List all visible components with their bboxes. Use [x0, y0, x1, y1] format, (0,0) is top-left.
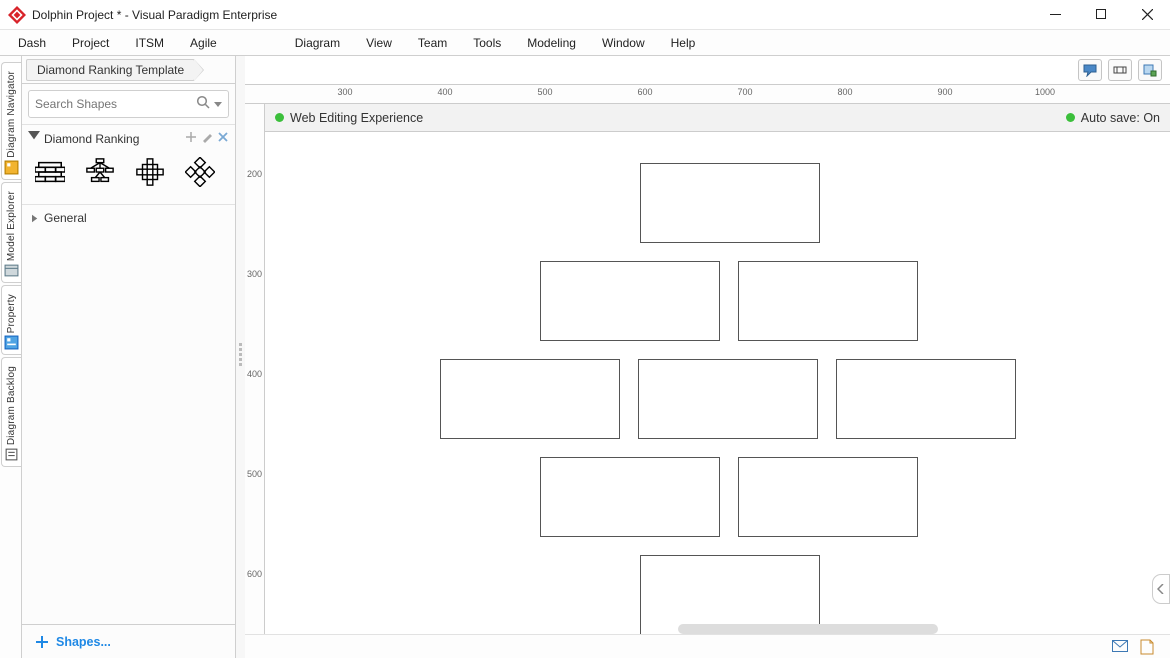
menu-itsm[interactable]: ITSM — [135, 36, 164, 50]
diagram-shape[interactable] — [640, 555, 820, 634]
maximize-button[interactable] — [1078, 0, 1124, 30]
backlog-icon — [4, 447, 19, 462]
shapes-link[interactable]: Shapes... — [22, 624, 235, 658]
template-plus-icon[interactable] — [134, 156, 166, 188]
menu-team[interactable]: Team — [418, 36, 447, 50]
footer-bar — [245, 634, 1170, 658]
sidebar: Diamond Ranking Template Diamond Ranking — [22, 56, 236, 658]
toolbar-resource-button[interactable] — [1138, 59, 1162, 81]
diagram-shape[interactable] — [738, 261, 918, 341]
title-bar: Dolphin Project * - Visual Paradigm Ente… — [0, 0, 1170, 30]
template-tree-icon[interactable] — [84, 156, 116, 188]
breadcrumb[interactable]: Diamond Ranking Template — [26, 59, 195, 81]
minimize-button[interactable] — [1032, 0, 1078, 30]
property-icon — [4, 335, 19, 350]
window-title: Dolphin Project * - Visual Paradigm Ente… — [32, 8, 1032, 22]
mail-icon[interactable] — [1112, 639, 1128, 655]
diagram-shape[interactable] — [540, 457, 720, 537]
menu-diagram[interactable]: Diagram — [295, 36, 340, 50]
note-icon[interactable] — [1140, 639, 1156, 655]
search-shapes-box[interactable] — [28, 90, 229, 118]
canvas[interactable]: Web Editing Experience Auto save: On — [265, 104, 1170, 634]
app-logo-icon — [8, 6, 26, 24]
palette-group-label: Diamond Ranking — [44, 132, 139, 146]
diagram-shape[interactable] — [640, 163, 820, 243]
tab-model-explorer[interactable]: Model Explorer — [1, 182, 21, 283]
horizontal-scrollbar[interactable] — [678, 624, 938, 634]
search-icon[interactable] — [196, 95, 210, 114]
horizontal-ruler: 300 400 500 600 700 800 900 1000 — [245, 84, 1170, 104]
palette-add-icon[interactable] — [185, 131, 197, 146]
close-button[interactable] — [1124, 0, 1170, 30]
model-explorer-icon — [4, 263, 19, 278]
left-vertical-tabs: Diagram Navigator Model Explorer Propert… — [0, 56, 22, 658]
diagram-shape[interactable] — [540, 261, 720, 341]
toolbar-format-button[interactable] — [1108, 59, 1132, 81]
menu-tools[interactable]: Tools — [473, 36, 501, 50]
menu-modeling[interactable]: Modeling — [527, 36, 576, 50]
panel-collapse-chevron[interactable] — [1152, 574, 1170, 604]
diagram-shape[interactable] — [836, 359, 1016, 439]
toolbar-feedback-button[interactable] — [1078, 59, 1102, 81]
diagram-shape[interactable] — [638, 359, 818, 439]
tab-property[interactable]: Property — [1, 285, 21, 355]
menu-project[interactable]: Project — [72, 36, 109, 50]
splitter[interactable] — [236, 56, 245, 658]
tab-diagram-backlog[interactable]: Diagram Backlog — [1, 357, 21, 467]
menu-dash[interactable]: Dash — [18, 36, 46, 50]
template-diamond-icon[interactable] — [184, 156, 216, 188]
collapse-icon[interactable] — [28, 131, 40, 146]
diagram-shape[interactable] — [440, 359, 620, 439]
general-group[interactable]: General — [22, 205, 235, 231]
diagram-navigator-icon — [4, 160, 19, 175]
search-dropdown-icon[interactable] — [214, 95, 222, 113]
menu-window[interactable]: Window — [602, 36, 645, 50]
palette-edit-icon[interactable] — [201, 131, 213, 146]
menu-bar: Dash Project ITSM Agile Diagram View Tea… — [0, 30, 1170, 56]
search-input[interactable] — [35, 97, 192, 111]
palette-close-icon[interactable] — [217, 131, 229, 146]
template-brick-icon[interactable] — [34, 156, 66, 188]
diagram-shape[interactable] — [738, 457, 918, 537]
menu-agile[interactable]: Agile — [190, 36, 217, 50]
menu-help[interactable]: Help — [671, 36, 696, 50]
tab-diagram-navigator[interactable]: Diagram Navigator — [1, 62, 21, 180]
menu-view[interactable]: View — [366, 36, 392, 50]
vertical-ruler: 200 300 400 500 600 — [245, 104, 265, 634]
